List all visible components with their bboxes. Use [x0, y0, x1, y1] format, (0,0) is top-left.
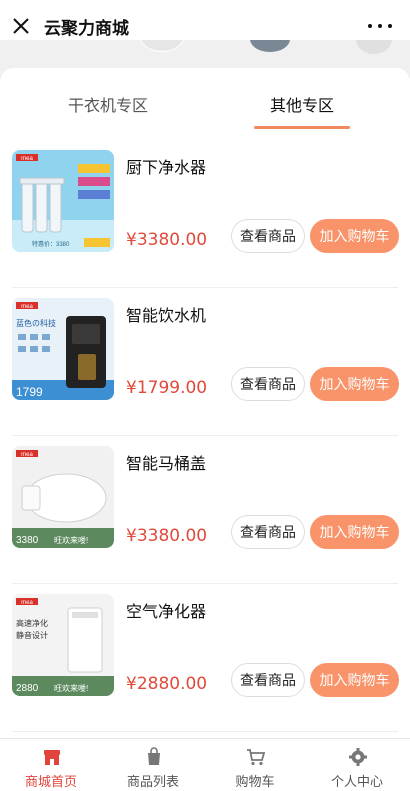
gear-icon — [349, 748, 367, 766]
nav-label: 个人中心 — [330, 775, 383, 790]
banner-image-fragment — [140, 40, 184, 52]
nav-label: 商城首页 — [24, 775, 77, 790]
add-to-cart-button[interactable]: 加入购物车 — [310, 219, 399, 253]
thumb-promo: 旺欢来喽! — [54, 683, 88, 693]
view-product-button[interactable]: 查看商品 — [231, 663, 305, 697]
add-to-cart-button[interactable]: 加入购物车 — [310, 367, 399, 401]
more-menu-button[interactable] — [368, 16, 392, 36]
cart-icon — [247, 749, 266, 766]
product-thumbnail[interactable]: mea 3380 旺欢来喽! — [12, 446, 114, 548]
banner-image-fragment — [250, 40, 290, 52]
more-dots-icon — [368, 24, 372, 28]
air-purifier-image: mea 高速净化 静音设计 2880 旺欢来喽! — [12, 594, 114, 696]
water-dispenser-image: mea 蓝色の科技 1799 — [12, 298, 114, 400]
tab-dryer-zone[interactable]: 干衣机专区 — [68, 92, 148, 116]
add-to-cart-button[interactable]: 加入购物车 — [310, 515, 399, 549]
thumb-price-text: 1799 — [16, 385, 43, 399]
product-sheet: 干衣机专区 其他专区 mea 特惠价：3380 厨下净水器 ¥3380.00 查… — [0, 68, 410, 738]
category-tabs: 干衣机专区 其他专区 — [0, 68, 410, 130]
product-name[interactable]: 智能饮水机 — [126, 302, 206, 326]
thumb-brand: mea — [21, 156, 33, 162]
page-title: 云聚力商城 — [44, 19, 129, 39]
product-thumbnail[interactable]: mea 蓝色の科技 1799 — [12, 298, 114, 400]
product-card[interactable]: mea 特惠价：3380 厨下净水器 ¥3380.00 查看商品 加入购物车 — [0, 140, 410, 288]
thumb-price-text: 2880 — [16, 683, 39, 694]
tab-other-zone[interactable]: 其他专区 — [270, 92, 334, 116]
product-name[interactable]: 厨下净水器 — [126, 154, 206, 178]
thumb-headline: 蓝色の科技 — [16, 318, 56, 328]
view-product-button[interactable]: 查看商品 — [231, 219, 305, 253]
divider — [12, 731, 398, 732]
bottom-navigation: 商城首页 商品列表 购物车 个人中心 — [0, 738, 410, 791]
product-price: ¥3380.00 — [126, 230, 208, 250]
nav-label: 购物车 — [235, 775, 275, 790]
banner-image-fragment — [356, 40, 392, 54]
product-name[interactable]: 智能马桶盖 — [126, 450, 206, 474]
bag-icon — [148, 747, 160, 765]
view-product-button[interactable]: 查看商品 — [231, 367, 305, 401]
store-icon — [44, 750, 60, 765]
view-product-button[interactable]: 查看商品 — [231, 515, 305, 549]
product-price: ¥2880.00 — [126, 674, 208, 694]
nav-label: 商品列表 — [126, 775, 179, 790]
product-card[interactable]: mea 蓝色の科技 1799 智能饮水机 ¥1799.00 查看商品 加入购物车 — [0, 288, 410, 436]
product-name[interactable]: 空气净化器 — [126, 598, 206, 622]
thumb-price-text: 3380 — [16, 535, 39, 546]
product-card[interactable]: mea 3380 旺欢来喽! 智能马桶盖 ¥3380.00 查看商品 加入购物车 — [0, 436, 410, 584]
product-thumbnail[interactable]: mea 高速净化 静音设计 2880 旺欢来喽! — [12, 594, 114, 696]
thumb-brand: mea — [21, 304, 33, 310]
thumb-brand: mea — [21, 452, 33, 458]
product-price: ¥1799.00 — [126, 378, 208, 398]
thumb-brand: mea — [21, 600, 33, 606]
product-thumbnail[interactable]: mea 特惠价：3380 — [12, 150, 114, 252]
toilet-seat-image: mea 3380 旺欢来喽! — [12, 446, 114, 548]
thumb-headline-2: 静音设计 — [16, 630, 48, 640]
product-card[interactable]: mea 高速净化 静音设计 2880 旺欢来喽! 空气净化器 ¥2880.00 … — [0, 584, 410, 732]
product-price: ¥3380.00 — [126, 526, 208, 546]
nav-cart[interactable]: 购物车 — [204, 739, 306, 791]
add-to-cart-button[interactable]: 加入购物车 — [310, 663, 399, 697]
close-icon — [13, 18, 29, 34]
thumb-headline: 高速净化 — [16, 618, 48, 628]
thumb-price-text: 特惠价：3380 — [32, 240, 70, 248]
active-tab-indicator — [254, 126, 350, 129]
water-purifier-image: mea 特惠价：3380 — [12, 150, 114, 252]
close-button[interactable] — [10, 15, 32, 37]
nav-product-list[interactable]: 商品列表 — [102, 739, 204, 791]
nav-profile[interactable]: 个人中心 — [306, 739, 408, 791]
thumb-promo: 旺欢来喽! — [54, 535, 88, 545]
nav-home[interactable]: 商城首页 — [0, 739, 102, 791]
